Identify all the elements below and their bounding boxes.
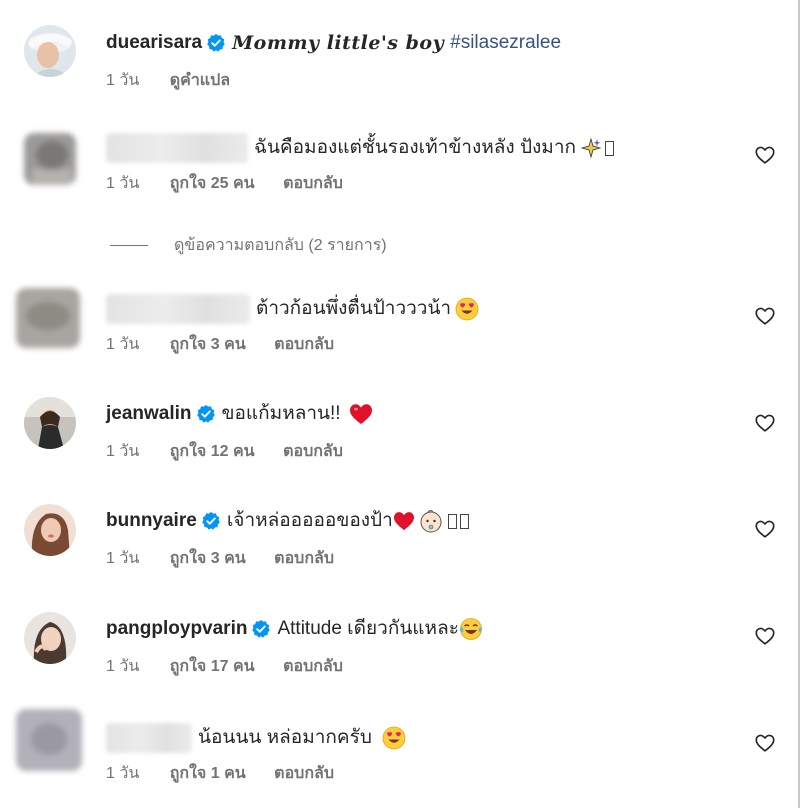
heart-outline-icon[interactable] (754, 144, 776, 166)
heart-eyes-emoji-icon (455, 297, 479, 321)
avatar[interactable] (24, 25, 76, 77)
avatar[interactable] (24, 397, 76, 449)
unsupported-glyph-icon (447, 513, 457, 529)
red-heart-emoji-icon (393, 511, 415, 531)
unsupported-glyph-icon (459, 513, 469, 529)
heart-eyes-emoji-icon (382, 726, 406, 750)
comment-username[interactable]: jeanwalin (106, 401, 192, 427)
verified-badge-icon (206, 33, 226, 53)
comment-text: เจ้าหล่อออออของป้า (226, 510, 393, 531)
replies-divider (110, 245, 148, 246)
blurred-username (106, 294, 250, 324)
verified-badge-icon (201, 511, 221, 531)
heart-outline-icon[interactable] (754, 412, 776, 434)
avatar[interactable] (24, 612, 76, 664)
caption-hashtag[interactable]: #silasezralee (450, 30, 561, 56)
view-replies-label: ดูข้อความตอบกลับ (2 รายการ) (174, 237, 387, 254)
sparkle-emoji-icon (580, 137, 602, 159)
avatar[interactable] (16, 709, 82, 771)
reply-button[interactable]: ตอบกลับ (274, 765, 334, 782)
comment-time: 1 วัน (106, 765, 140, 782)
comment-text: ต้าวก้อนพึ่งตื่นป้าวววน้า (256, 298, 452, 319)
likes-count[interactable]: ถูกใจ 17 คน (170, 658, 255, 675)
avatar[interactable] (16, 288, 80, 348)
tears-of-joy-emoji-icon (459, 617, 483, 641)
comment-text: ขอแก้มหลาน!! (221, 403, 341, 424)
heart-outline-icon[interactable] (754, 625, 776, 647)
heart-outline-icon[interactable] (754, 732, 776, 754)
comment-text: น้อนนน หล่อมากครับ (198, 727, 372, 748)
heart-outline-icon[interactable] (754, 518, 776, 540)
unsupported-glyph-icon (605, 140, 615, 156)
caption-text: Mommy little's boy (232, 32, 445, 54)
comment-text: Attitude เดียวกันแหละ (277, 618, 459, 639)
comment-time: 1 วัน (106, 175, 140, 192)
comment-time: 1 วัน (106, 336, 140, 353)
view-replies-button[interactable]: ดูข้อความตอบกลับ (2 รายการ) (110, 233, 387, 258)
likes-count[interactable]: ถูกใจ 3 คน (170, 550, 246, 567)
comment-username[interactable]: pangploypvarin (106, 616, 247, 642)
comment-username[interactable]: bunnyaire (106, 508, 197, 534)
likes-count[interactable]: ถูกใจ 3 คน (170, 336, 246, 353)
baby-face-emoji-icon (419, 509, 443, 533)
red-heart-emoji-icon (349, 403, 373, 425)
likes-count[interactable]: ถูกใจ 25 คน (170, 175, 255, 192)
comment-text: ฉันคือมองแต่ชั้นรองเท้าข้างหลัง ปังมาก (254, 137, 577, 158)
avatar[interactable] (24, 504, 76, 556)
likes-count[interactable]: ถูกใจ 1 คน (170, 765, 246, 782)
blurred-username (106, 723, 192, 753)
likes-count[interactable]: ถูกใจ 12 คน (170, 443, 255, 460)
translate-link[interactable]: ดูคำแปล (170, 72, 230, 89)
comment-time: 1 วัน (106, 443, 140, 460)
caption-username[interactable]: duearisara (106, 30, 202, 56)
verified-badge-icon (251, 619, 271, 639)
blurred-username (106, 133, 248, 163)
reply-button[interactable]: ตอบกลับ (274, 550, 334, 567)
reply-button[interactable]: ตอบกลับ (283, 175, 343, 192)
reply-button[interactable]: ตอบกลับ (283, 443, 343, 460)
heart-outline-icon[interactable] (754, 305, 776, 327)
reply-button[interactable]: ตอบกลับ (283, 658, 343, 675)
reply-button[interactable]: ตอบกลับ (274, 336, 334, 353)
avatar[interactable] (24, 133, 76, 185)
comment-time: 1 วัน (106, 658, 140, 675)
comment-time: 1 วัน (106, 550, 140, 567)
verified-badge-icon (196, 404, 216, 424)
caption-time: 1 วัน (106, 72, 140, 89)
